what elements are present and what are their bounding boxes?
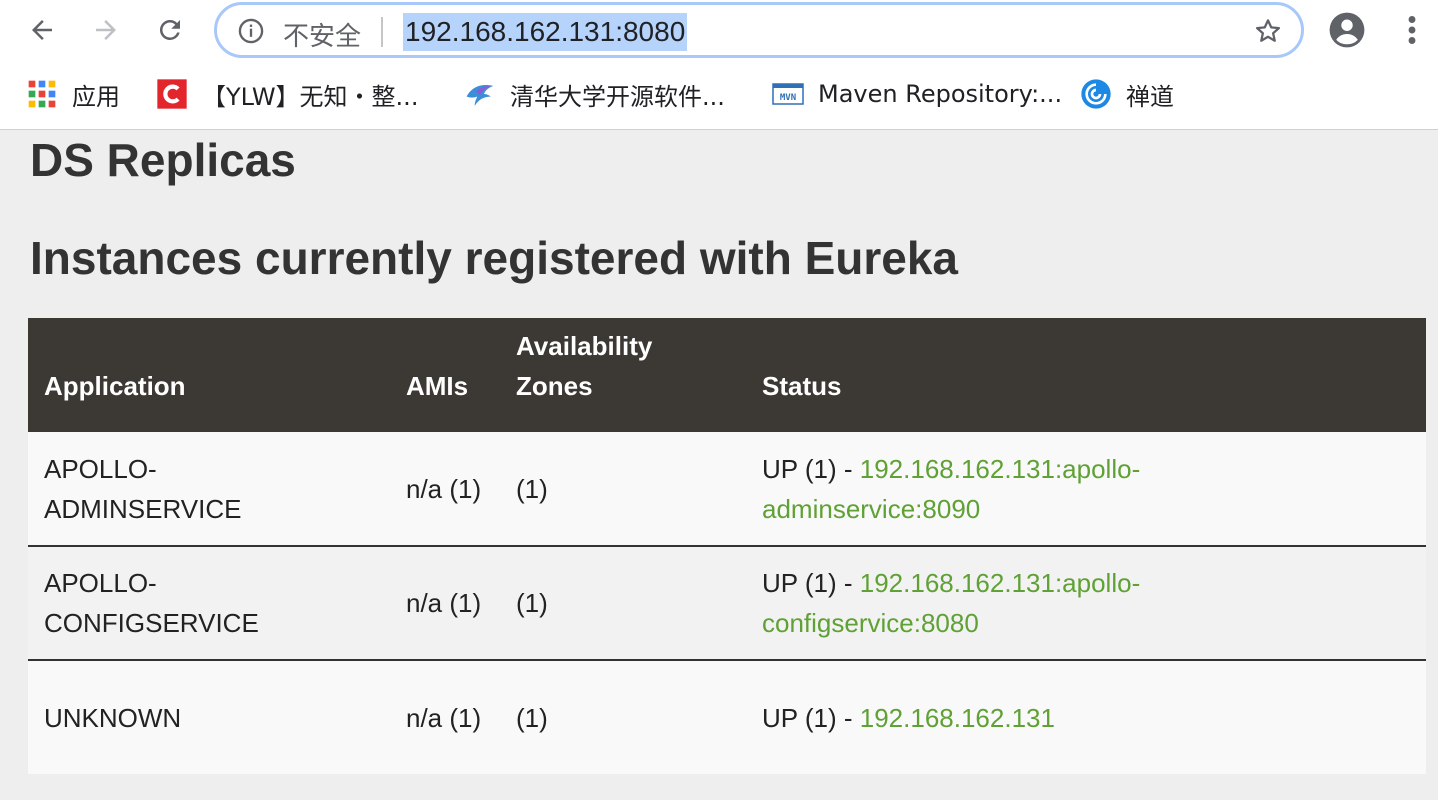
cell-amis: n/a (1): [406, 588, 482, 618]
account-icon[interactable]: [1328, 11, 1366, 49]
cell-status: UP (1) - 192.168.162.131:apollo-configse…: [746, 546, 1426, 660]
bookmark-label: 【YLW】无知・整...: [202, 82, 419, 111]
cell-application: APOLLO-CONFIGSERVICE: [44, 568, 259, 638]
bookmark-maven[interactable]: MVN Maven Repository:...: [772, 76, 1062, 112]
cell-application: UNKNOWN: [44, 702, 182, 733]
back-button[interactable]: [22, 10, 62, 50]
bookmark-label: 禅道: [1126, 82, 1174, 111]
tuna-bird-icon: [464, 78, 496, 110]
reload-icon: [159, 19, 180, 40]
table-row: APOLLO-CONFIGSERVICE n/a (1) (1) UP (1) …: [28, 546, 1426, 660]
eureka-page: DS Replicas Instances currently register…: [0, 131, 1438, 800]
bookmark-label: Maven Repository:...: [818, 80, 1063, 108]
more-vert-icon[interactable]: [1400, 12, 1424, 48]
bookmarks-bar: 应用 【YLW】无知・整... 清华大学开源软件... MVN Maven Re…: [0, 62, 1438, 130]
cell-status: UP (1) - 192.168.162.131:apollo-adminser…: [746, 432, 1426, 546]
bookmark-apps[interactable]: 应用: [26, 76, 120, 112]
instances-table: Application AMIs Availability Zones Stat…: [28, 318, 1426, 774]
zentao-icon: [1080, 78, 1112, 110]
cell-zones: (1): [516, 588, 548, 618]
csdn-icon: [156, 78, 188, 110]
bookmark-zentao[interactable]: 禅道: [1080, 76, 1174, 112]
cell-zones: (1): [516, 702, 548, 733]
svg-text:MVN: MVN: [780, 93, 796, 103]
cell-status: UP (1) - 192.168.162.131: [746, 660, 1426, 774]
forward-button[interactable]: [86, 10, 126, 50]
instance-link[interactable]: 192.168.162.131: [860, 703, 1055, 733]
header-availability-zones: Availability Zones: [516, 331, 653, 401]
status-text: UP (1) -: [762, 702, 860, 733]
cell-amis: n/a (1): [406, 702, 482, 733]
arrow-left-icon: [32, 20, 52, 40]
bookmark-label: 清华大学开源软件...: [510, 82, 725, 111]
table-header-row: Application AMIs Availability Zones Stat…: [28, 318, 1426, 432]
header-status: Status: [762, 371, 842, 401]
mvn-icon: MVN: [772, 78, 804, 110]
browser-toolbar: 不安全 192.168.162.131:8080: [0, 0, 1438, 62]
url-text[interactable]: 192.168.162.131:8080: [403, 13, 688, 51]
instances-heading: Instances currently registered with Eure…: [30, 232, 959, 284]
star-icon[interactable]: [1253, 16, 1283, 46]
header-amis: AMIs: [406, 371, 469, 401]
cell-amis: n/a (1): [406, 473, 482, 504]
cell-application: APOLLO-ADMINSERVICE: [44, 453, 242, 524]
status-text: UP (1) -: [762, 453, 860, 484]
cell-zones: (1): [516, 473, 548, 504]
info-icon[interactable]: [237, 17, 265, 45]
page-title: DS Replicas: [30, 134, 296, 186]
bookmark-label: 应用: [72, 82, 120, 111]
omnibox-divider: [381, 17, 383, 47]
arrow-right-icon: [96, 20, 116, 40]
apps-grid-icon: [26, 78, 58, 110]
bookmark-ylw[interactable]: 【YLW】无知・整...: [156, 76, 418, 112]
bookmark-tuna[interactable]: 清华大学开源软件...: [464, 76, 725, 112]
table-row: UNKNOWN n/a (1) (1) UP (1) - 192.168.162…: [28, 660, 1426, 774]
address-bar[interactable]: 不安全 192.168.162.131:8080: [214, 2, 1304, 58]
reload-button[interactable]: [150, 10, 190, 50]
table-row: APOLLO-ADMINSERVICE n/a (1) (1) UP (1) -…: [28, 432, 1426, 546]
header-application: Application: [44, 371, 186, 401]
status-text: UP (1) -: [762, 568, 860, 598]
security-label[interactable]: 不安全: [283, 16, 361, 53]
